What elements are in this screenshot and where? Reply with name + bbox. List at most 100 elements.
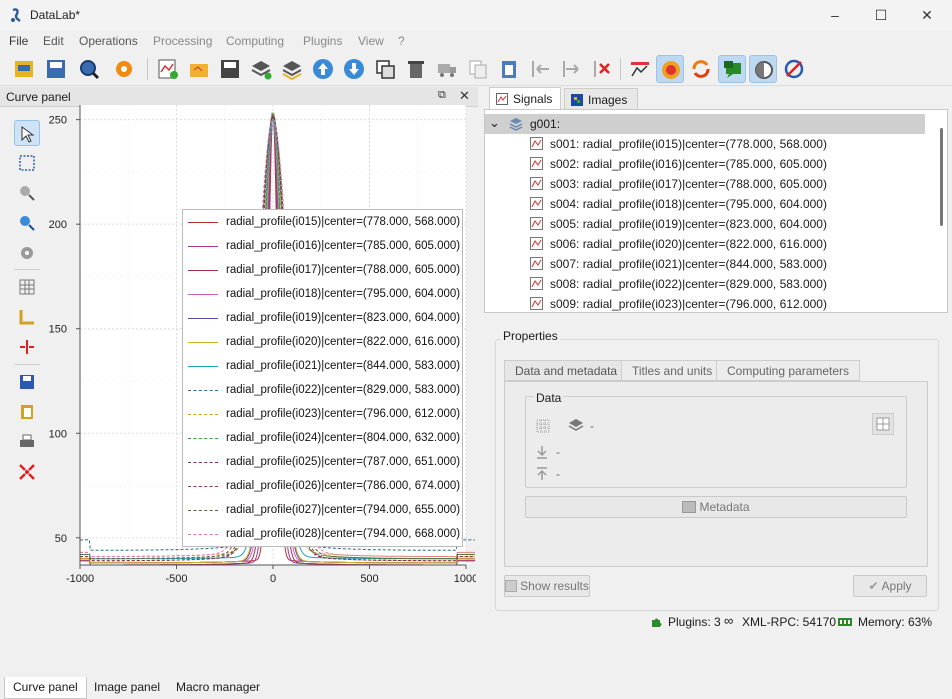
tab-images[interactable]: Images	[564, 88, 638, 110]
tree-signal-row[interactable]: s007: radial_profile(i021)|center=(844.0…	[485, 254, 925, 274]
tab-image-panel[interactable]: Image panel	[86, 677, 168, 699]
move-down-button[interactable]	[340, 55, 368, 83]
signal-icon	[496, 93, 508, 105]
tab-data-metadata[interactable]: Data and metadata	[504, 360, 629, 381]
tree-signal-row[interactable]: s008: radial_profile(i022)|center=(829.0…	[485, 274, 925, 294]
menu-processing[interactable]: Processing	[153, 34, 212, 48]
menu-view[interactable]: View	[358, 34, 384, 48]
remove-metadata-button[interactable]	[526, 55, 554, 83]
show-results-button[interactable]: Show results	[504, 575, 590, 597]
menu-plugins[interactable]: Plugins	[303, 34, 342, 48]
legend-label: radial_profile(i021)|center=(844.000, 58…	[226, 360, 461, 372]
legend-entry: radial_profile(i028)|center=(794.000, 66…	[183, 523, 464, 547]
zoom-tool[interactable]	[14, 180, 40, 206]
show-titles-button[interactable]	[718, 55, 746, 83]
axes-tool[interactable]	[14, 304, 40, 330]
arrow-right-bar-icon	[563, 61, 579, 77]
print-plot-tool[interactable]	[14, 429, 40, 455]
tab-computing-parameters[interactable]: Computing parameters	[716, 360, 861, 381]
open-signal-button[interactable]	[185, 55, 213, 83]
curve-panel-header: Curve panel ⧉ ✕	[0, 87, 478, 107]
memory-icon	[838, 618, 852, 626]
x-tick-label: 0	[270, 573, 276, 585]
y-tick-label: 50	[55, 533, 67, 545]
undock-icon[interactable]: ⧉	[438, 89, 446, 102]
save-signal-button[interactable]	[216, 55, 244, 83]
data-settings-button[interactable]	[872, 413, 894, 435]
tree-signal-row[interactable]: s006: radial_profile(i020)|center=(822.0…	[485, 234, 925, 254]
toolbar-separator	[14, 269, 40, 270]
auto-refresh-button[interactable]	[656, 55, 684, 83]
delete-button[interactable]	[402, 55, 430, 83]
menu-help[interactable]: ?	[398, 34, 405, 48]
tree-signal-row[interactable]: s009: radial_profile(i023)|center=(796.0…	[485, 294, 925, 312]
save-plot-tool[interactable]	[14, 369, 40, 395]
gear-icon	[21, 247, 33, 259]
tab-signals[interactable]: Signals	[489, 87, 561, 110]
copy-metadata-button[interactable]	[464, 55, 492, 83]
tree-scrollbar[interactable]	[940, 128, 943, 226]
tab-titles-units[interactable]: Titles and units	[621, 360, 724, 381]
new-signal-button[interactable]	[154, 55, 182, 83]
plot-settings-tool[interactable]	[14, 240, 40, 266]
rect-select-tool[interactable]	[14, 150, 40, 176]
paste-metadata-button[interactable]	[495, 55, 523, 83]
save-h5-button[interactable]	[42, 55, 70, 83]
tree-signal-row[interactable]: s001: radial_profile(i015)|center=(778.0…	[485, 134, 925, 154]
tree-group-row[interactable]: ⌄ g001:	[485, 114, 925, 134]
open-h5-button[interactable]	[10, 55, 38, 83]
apply-button[interactable]: ✔ Apply	[853, 575, 927, 597]
save-icon	[20, 375, 34, 389]
menu-file[interactable]: File	[9, 34, 28, 48]
checkmark-icon: ✔	[868, 579, 879, 593]
y-tick-label: 150	[49, 324, 67, 336]
browse-h5-button[interactable]	[75, 55, 103, 83]
signal-toggle-button[interactable]	[626, 55, 654, 83]
copy-plot-tool[interactable]	[14, 399, 40, 425]
fullscreen-tool[interactable]	[14, 459, 40, 485]
export-button[interactable]	[278, 55, 306, 83]
legend-entry: radial_profile(i016)|center=(785.000, 60…	[183, 235, 464, 259]
close-panel-icon[interactable]: ✕	[459, 88, 470, 104]
chevron-down-icon[interactable]: ⌄	[489, 115, 500, 131]
tree-signal-row[interactable]: s005: radial_profile(i019)|center=(823.0…	[485, 214, 925, 234]
metadata-button[interactable]: Metadata	[525, 496, 907, 518]
tab-curve-panel[interactable]: Curve panel	[4, 677, 87, 699]
no-refresh-icon	[784, 59, 804, 79]
duplicate-button[interactable]	[371, 55, 399, 83]
zoom-icon	[20, 186, 35, 201]
settings-button[interactable]	[110, 55, 138, 83]
tree-signal-row[interactable]: s004: radial_profile(i018)|center=(795.0…	[485, 194, 925, 214]
legend-entry: radial_profile(i020)|center=(822.000, 61…	[183, 331, 464, 355]
legend-entry: radial_profile(i019)|center=(823.000, 60…	[183, 307, 464, 331]
refresh-button[interactable]	[687, 55, 715, 83]
maximize-button[interactable]: ☐	[858, 0, 904, 31]
move-up-button[interactable]	[309, 55, 337, 83]
show-first-only-button[interactable]	[749, 55, 777, 83]
transfer-button[interactable]	[433, 55, 461, 83]
import-button[interactable]	[247, 55, 275, 83]
grid-tool[interactable]	[14, 274, 40, 300]
tree-signal-label: s006: radial_profile(i020)|center=(822.0…	[550, 237, 827, 251]
signal-icon	[530, 197, 543, 210]
zoom-area-tool[interactable]	[14, 210, 40, 236]
tree-signal-row[interactable]: s002: radial_profile(i016)|center=(785.0…	[485, 154, 925, 174]
menu-edit[interactable]: Edit	[43, 34, 64, 48]
close-window-button[interactable]: ✕	[904, 0, 950, 31]
tree-signal-label: s005: radial_profile(i019)|center=(823.0…	[550, 217, 827, 231]
tree-signal-row[interactable]: s003: radial_profile(i017)|center=(788.0…	[485, 174, 925, 194]
select-tool[interactable]	[14, 120, 40, 146]
minimize-button[interactable]: –	[812, 0, 858, 31]
plugins-status: Plugins: 3	[668, 615, 721, 629]
legend-entry: radial_profile(i027)|center=(794.000, 65…	[183, 499, 464, 523]
signal-icon	[530, 297, 543, 310]
menu-computing[interactable]: Computing	[226, 34, 284, 48]
add-metadata-button[interactable]	[557, 55, 585, 83]
menu-operations[interactable]: Operations	[79, 34, 138, 48]
legend-swatch	[188, 534, 218, 535]
signal-tree[interactable]: ⌄ g001: s001: radial_profile(i015)|cente…	[484, 109, 948, 313]
tab-macro-manager[interactable]: Macro manager	[168, 677, 268, 699]
disable-refresh-button[interactable]	[780, 55, 808, 83]
delete-metadata-button[interactable]	[588, 55, 616, 83]
cross-section-tool[interactable]	[14, 334, 40, 360]
